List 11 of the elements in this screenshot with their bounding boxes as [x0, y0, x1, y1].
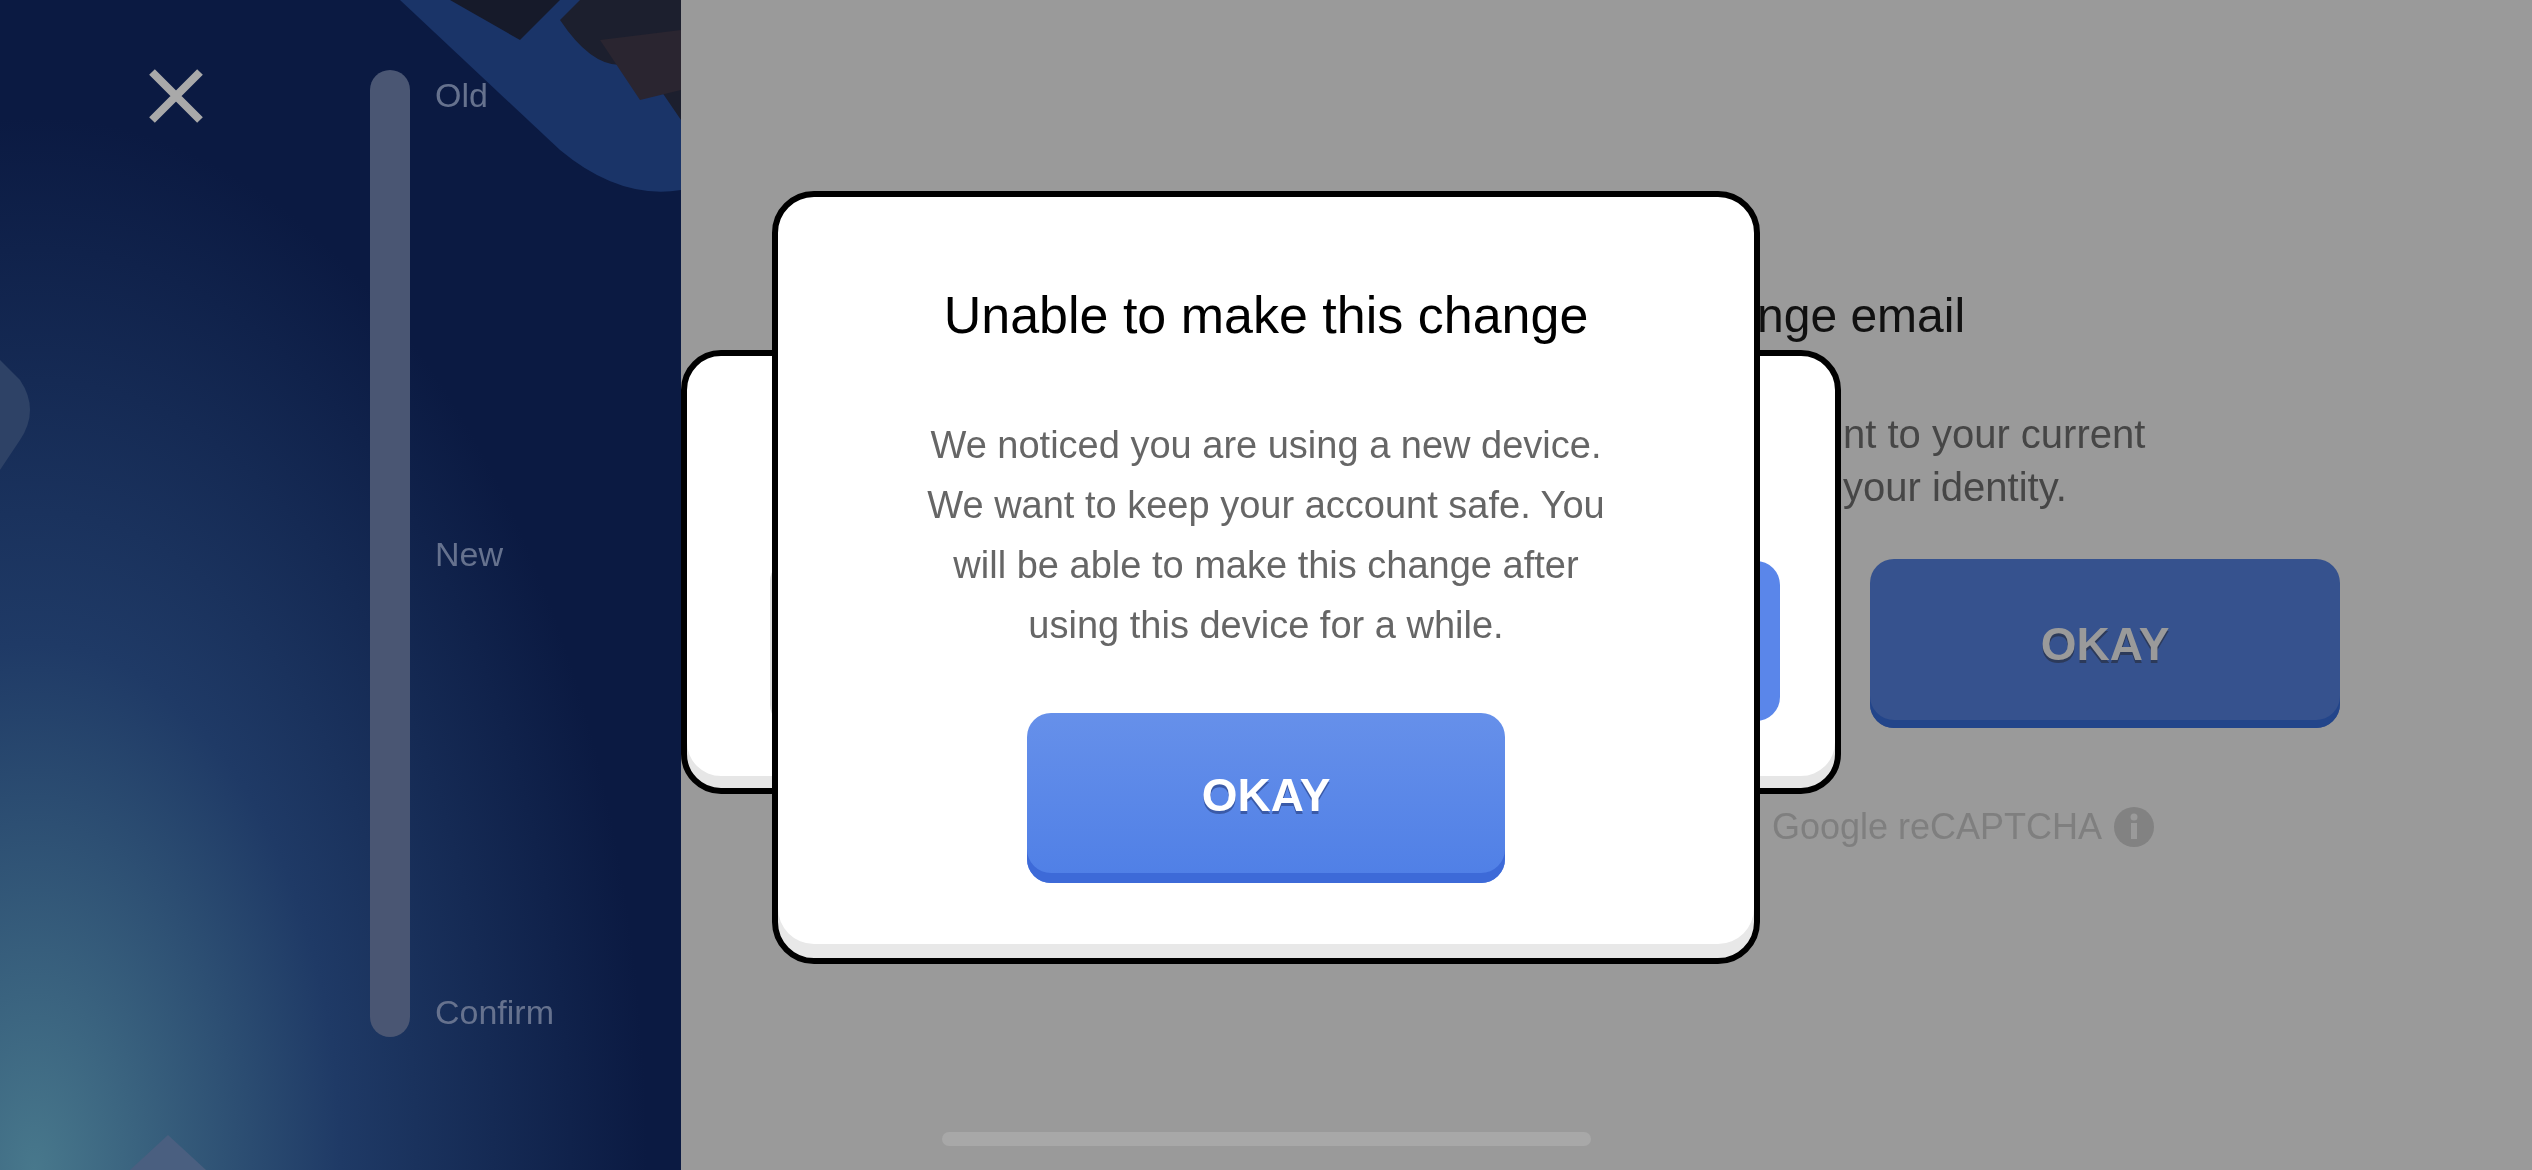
okay-button[interactable]: OKAY — [1027, 713, 1505, 883]
step-label: Confirm — [435, 992, 555, 1033]
dialog-title: Unable to make this change — [943, 285, 1589, 345]
page-title: nge email — [1757, 288, 1966, 343]
close-icon[interactable] — [148, 68, 204, 124]
dialog-message: We noticed you are using a new device. We want to keep your account safe. You will be able to make this change after using this device for a while. — [927, 423, 1605, 648]
step-label: Old — [435, 75, 489, 116]
okay-button[interactable]: OKAY — [1870, 559, 2340, 728]
info-icon[interactable] — [2114, 807, 2155, 847]
step-label: New — [435, 533, 505, 575]
page-description: nt to your current your identity. — [1843, 411, 2147, 511]
